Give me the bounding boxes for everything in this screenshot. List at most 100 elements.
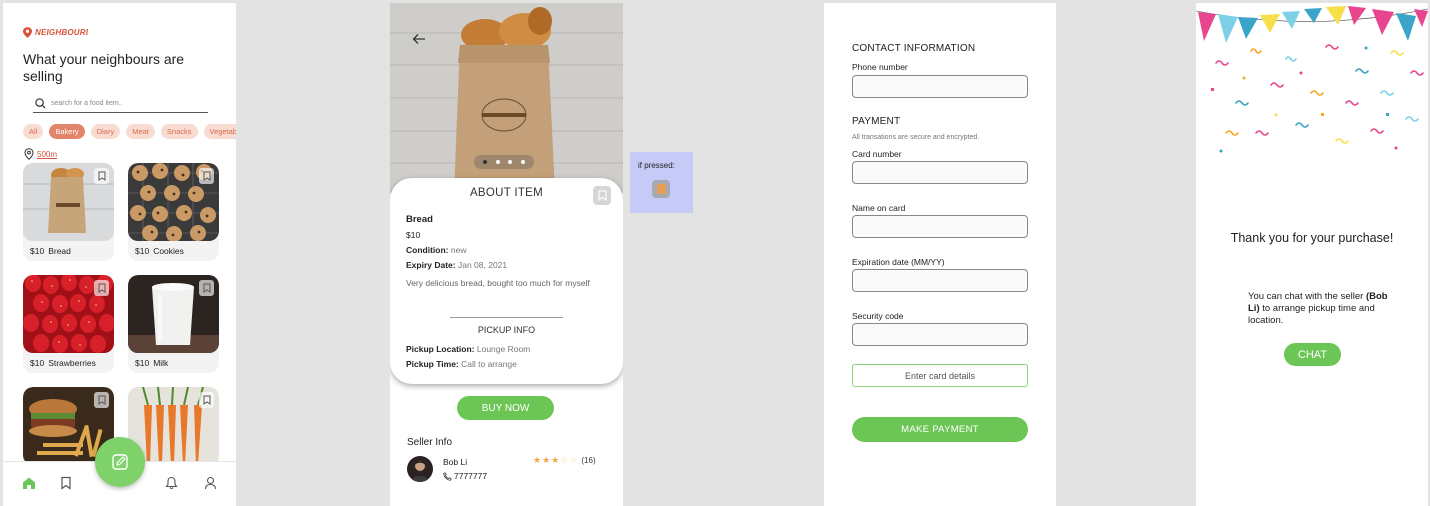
star-empty-icon: ☆ bbox=[560, 455, 569, 465]
carousel-dot[interactable] bbox=[483, 160, 488, 164]
chip-all[interactable]: All bbox=[23, 124, 44, 139]
payment-title: PAYMENT bbox=[852, 116, 901, 127]
bookmark-button[interactable] bbox=[199, 168, 214, 184]
bookmark-button[interactable] bbox=[199, 280, 214, 296]
secure-note: All transations are secure and encrypted… bbox=[852, 134, 980, 141]
time-value: Call to arrange bbox=[461, 359, 517, 369]
seller-rating: ★ ★ ★ ☆ ☆ (16) bbox=[533, 455, 596, 466]
seller-name: Bob Li bbox=[443, 457, 468, 467]
back-button[interactable] bbox=[412, 32, 426, 50]
nav-profile[interactable] bbox=[204, 476, 217, 495]
item-detail-screen: ABOUT ITEM Bread $10 Condition: new Expi… bbox=[390, 3, 623, 506]
location-value: Lounge Room bbox=[476, 344, 531, 354]
item-condition: Condition: new bbox=[406, 245, 466, 255]
seller-phone[interactable]: 7777777 bbox=[443, 471, 487, 481]
pressed-state-note: if pressed: bbox=[630, 152, 693, 213]
item-card-milk[interactable]: $10 Milk bbox=[128, 275, 219, 373]
location-pin-icon bbox=[24, 148, 34, 160]
confirmation-screen: Thank you for your purchase! You can cha… bbox=[1196, 3, 1428, 506]
phone-field[interactable] bbox=[852, 75, 1028, 98]
bookmark-icon bbox=[597, 190, 607, 201]
item-label: $10 Bread bbox=[30, 246, 71, 256]
card-number-field[interactable] bbox=[852, 161, 1028, 184]
bookmark-button[interactable] bbox=[94, 168, 109, 184]
nav-notifications[interactable] bbox=[165, 476, 178, 495]
item-card-bread[interactable]: $10 Bread bbox=[23, 163, 114, 261]
security-code-field[interactable] bbox=[852, 323, 1028, 346]
distance-value: 500m bbox=[37, 149, 58, 159]
bell-icon bbox=[165, 476, 178, 490]
chip-diary[interactable]: Diary bbox=[90, 124, 121, 139]
item-name: Bread bbox=[406, 214, 433, 225]
bookmark-button[interactable] bbox=[593, 186, 611, 205]
bookmark-button[interactable] bbox=[199, 392, 214, 408]
item-price: $10 bbox=[135, 246, 150, 256]
about-item-title: ABOUT ITEM bbox=[469, 187, 544, 199]
phone-label: Phone number bbox=[852, 62, 908, 72]
carousel-dot[interactable] bbox=[495, 160, 500, 164]
thank-you-message: Thank you for your purchase! bbox=[1230, 231, 1394, 245]
item-price: $10 bbox=[406, 230, 421, 240]
distance-filter[interactable]: 500m bbox=[24, 148, 57, 160]
bookmark-icon bbox=[98, 395, 105, 405]
arrow-left-icon bbox=[412, 34, 425, 44]
item-card-cookies[interactable]: $10 Cookies bbox=[128, 163, 219, 261]
seller-info-title: Seller Info bbox=[407, 437, 453, 448]
item-name: Milk bbox=[153, 358, 169, 368]
search-placeholder: search for a food item.. bbox=[51, 99, 123, 107]
name-on-card-field[interactable] bbox=[852, 215, 1028, 238]
star-filled-icon: ★ bbox=[551, 455, 560, 465]
card-number-label: Card number bbox=[852, 149, 902, 159]
item-card-strawberries[interactable]: $10 Strawberries bbox=[23, 275, 114, 373]
location-label: Pickup Location: bbox=[406, 344, 475, 354]
item-name: Bread bbox=[48, 246, 71, 256]
chat-note-post: to arrange pickup time and location. bbox=[1248, 303, 1375, 326]
condition-label: Condition: bbox=[406, 245, 449, 255]
item-price: $10 bbox=[135, 358, 150, 368]
carousel-dot[interactable] bbox=[520, 160, 525, 164]
nav-saved[interactable] bbox=[60, 476, 72, 495]
pickup-location: Pickup Location: Lounge Room bbox=[406, 344, 530, 354]
brand-logo: NEIGHBOURI bbox=[23, 27, 88, 38]
bookmark-icon bbox=[203, 283, 210, 293]
item-expiry: Expiry Date: Jan 08, 2021 bbox=[406, 260, 507, 270]
make-payment-button[interactable]: MAKE PAYMENT bbox=[852, 417, 1028, 442]
rating-count: (16) bbox=[581, 456, 596, 465]
profile-icon bbox=[204, 476, 217, 490]
chip-meat[interactable]: Meat bbox=[126, 124, 155, 139]
contact-info-title: CONTACT INFORMATION bbox=[852, 43, 976, 54]
chip-snacks[interactable]: Snacks bbox=[160, 124, 198, 139]
nav-home[interactable] bbox=[22, 476, 36, 495]
expiry-value: Jan 08, 2021 bbox=[457, 260, 508, 270]
brand-name: NEIGHBOURI bbox=[35, 28, 89, 37]
star-filled-icon: ★ bbox=[542, 455, 551, 465]
enter-card-details-button[interactable]: Enter card details bbox=[852, 364, 1028, 387]
item-price: $10 bbox=[30, 358, 45, 368]
search-input[interactable]: search for a food item.. bbox=[33, 94, 208, 113]
bookmark-button[interactable] bbox=[94, 280, 109, 296]
pressed-state-label: if pressed: bbox=[638, 161, 675, 170]
category-filter: All Bakery Diary Meat Snacks Vegetables bbox=[23, 124, 236, 139]
bookmark-icon bbox=[203, 171, 210, 181]
bookmark-button[interactable] bbox=[94, 392, 109, 408]
create-listing-button[interactable] bbox=[95, 437, 145, 487]
expiry-label: Expiry Date: bbox=[406, 260, 456, 270]
buy-now-button[interactable]: BUY NOW bbox=[457, 396, 554, 420]
bookmark-icon bbox=[98, 171, 105, 181]
bookmark-icon bbox=[98, 283, 105, 293]
bookmark-icon bbox=[203, 395, 210, 405]
item-image-carousel[interactable] bbox=[390, 3, 623, 193]
chat-note-pre: You can chat with the seller bbox=[1248, 291, 1364, 302]
item-description: Very delicious bread, bought too much fo… bbox=[406, 278, 590, 288]
chip-vegetables[interactable]: Vegetables bbox=[203, 124, 236, 139]
chat-button[interactable]: CHAT bbox=[1284, 343, 1341, 366]
pickup-info-title: PICKUP INFO bbox=[477, 325, 536, 335]
star-empty-icon: ☆ bbox=[569, 455, 578, 465]
avatar[interactable] bbox=[407, 456, 433, 482]
expiration-field[interactable] bbox=[852, 269, 1028, 292]
item-name: Strawberries bbox=[48, 358, 96, 368]
payment-screen: CONTACT INFORMATION Phone number PAYMENT… bbox=[824, 3, 1056, 506]
home-icon bbox=[23, 477, 35, 489]
chip-bakery[interactable]: Bakery bbox=[49, 124, 85, 139]
carousel-dot[interactable] bbox=[508, 160, 513, 164]
